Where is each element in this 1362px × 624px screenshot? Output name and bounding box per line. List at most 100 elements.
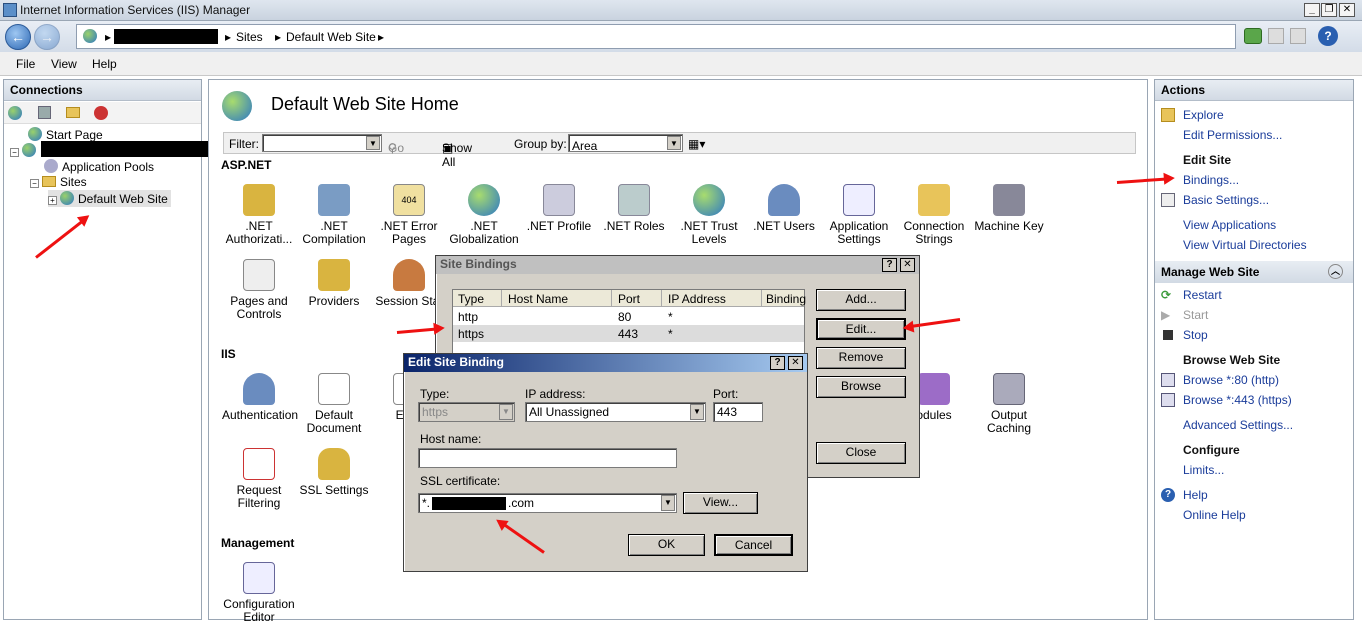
action-browse-http[interactable]: Browse *:80 (http) [1183,373,1279,387]
feature-label: Session Stat [375,294,443,308]
collapse-icon[interactable]: ︿ [1328,264,1343,279]
table-row-selected[interactable]: https 443 * [453,325,804,342]
feature-request-filtering[interactable]: Request Filtering [222,448,296,510]
chevron-down-icon[interactable]: ▼ [690,404,704,420]
menu-view[interactable]: View [51,57,77,71]
feature-net-compilation[interactable]: .NET Compilation [297,184,371,246]
action-explore[interactable]: Explore [1183,108,1224,122]
feature-net-trust-levels[interactable]: .NET Trust Levels [672,184,746,246]
config-editor-icon [243,562,275,594]
show-all-label: Show All [442,141,473,169]
column-host-name[interactable]: Host Name [508,292,568,306]
refresh-icon[interactable] [1244,28,1262,44]
browse-button[interactable]: Browse [816,376,906,398]
collapse-icon[interactable]: − [10,148,19,157]
feature-net-error-pages[interactable]: 404 .NET Error Pages [372,184,446,246]
feature-net-profile[interactable]: .NET Profile [522,184,596,233]
feature-output-caching[interactable]: Output Caching [972,373,1046,435]
column-ip-address[interactable]: IP Address [668,292,726,306]
action-browse-https[interactable]: Browse *:443 (https) [1183,393,1292,407]
help-icon[interactable]: ? [1318,26,1338,46]
close-button[interactable]: Close [816,442,906,464]
action-bindings[interactable]: Bindings... [1183,173,1239,187]
tree-application-pools[interactable]: Application Pools [44,159,154,174]
action-help[interactable]: Help [1183,488,1208,502]
feature-net-users[interactable]: .NET Users [747,184,821,233]
column-type[interactable]: Type [458,292,484,306]
feature-net-roles[interactable]: .NET Roles [597,184,671,233]
feature-net-globalization[interactable]: .NET Globalization [447,184,521,246]
action-view-applications[interactable]: View Applications [1183,218,1276,232]
action-stop[interactable]: Stop [1183,328,1208,342]
chevron-down-icon[interactable]: ▼ [667,136,681,150]
close-icon[interactable]: ✕ [900,258,915,272]
edit-button[interactable]: Edit... [816,318,906,340]
action-view-virtual-directories[interactable]: View Virtual Directories [1183,238,1307,252]
table-row[interactable]: http 80 * [453,308,804,325]
feature-machine-key[interactable]: Machine Key [972,184,1046,233]
action-start[interactable]: Start [1183,308,1208,322]
action-advanced-settings[interactable]: Advanced Settings... [1183,418,1293,432]
delete-connection-icon[interactable] [94,106,108,120]
action-restart[interactable]: Restart [1183,288,1222,302]
tree-start-page[interactable]: Start Page [28,127,103,142]
column-binding[interactable]: Binding [766,292,806,306]
forward-button[interactable]: → [34,24,60,50]
port-input[interactable]: 443 [713,402,763,422]
feature-providers[interactable]: Providers [297,259,371,308]
add-button[interactable]: Add... [816,289,906,311]
feature-default-document[interactable]: Default Document [297,373,371,435]
feature-ssl-settings[interactable]: SSL Settings [297,448,371,497]
save-icon[interactable] [38,106,51,119]
breadcrumb-default-web-site[interactable]: Default Web Site [286,30,376,44]
help-button[interactable]: ? [770,356,785,370]
feature-connection-strings[interactable]: Connection Strings [897,184,971,246]
expand-icon[interactable]: + [48,196,57,205]
host-name-label: Host name: [420,432,482,446]
action-edit-permissions[interactable]: Edit Permissions... [1183,128,1282,142]
minimize-button[interactable]: _ [1304,3,1320,17]
home-icon[interactable] [1290,28,1306,44]
feature-application-settings[interactable]: Application Settings [822,184,896,246]
tree-default-web-site[interactable]: + Default Web Site [48,190,171,207]
connect-icon[interactable] [8,106,22,120]
tree-sites[interactable]: − Sites [30,175,87,189]
chevron-down-icon[interactable]: ▼ [366,136,380,150]
stop-icon[interactable] [1268,28,1284,44]
view-certificate-button[interactable]: View... [683,492,758,514]
back-button[interactable]: ← [5,24,31,50]
up-folder-icon[interactable] [66,107,80,118]
chevron-down-icon[interactable]: ▼ [661,495,675,511]
cancel-button[interactable]: Cancel [714,534,793,556]
feature-pages-and-controls[interactable]: Pages and Controls [222,259,296,321]
host-name-input[interactable] [418,448,677,468]
help-button[interactable]: ? [882,258,897,272]
action-limits[interactable]: Limits... [1183,463,1224,477]
chevron-down-icon[interactable]: ▼ [499,404,513,420]
close-icon[interactable]: ✕ [788,356,803,370]
start-icon: ▶ [1161,308,1171,322]
filter-input[interactable]: ▼ [262,134,382,152]
ip-address-select[interactable]: All Unassigned ▼ [525,402,706,422]
ok-button[interactable]: OK [628,534,705,556]
action-online-help[interactable]: Online Help [1183,508,1246,522]
ssl-certificate-select[interactable]: *. .com ▼ [418,493,677,513]
view-mode-icon[interactable]: ▦▾ [688,137,705,151]
feature-configuration-editor[interactable]: Configuration Editor [222,562,296,624]
menu-help[interactable]: Help [92,57,117,71]
tree-server[interactable]: − [10,143,40,158]
collapse-icon[interactable]: − [30,179,39,188]
group-by-select[interactable]: Area ▼ [568,134,683,153]
column-port[interactable]: Port [618,292,640,306]
breadcrumb-sites[interactable]: Sites [236,30,263,44]
feature-net-authorization[interactable]: .NET Authorizati... [222,184,296,246]
restore-button[interactable]: ❐ [1321,3,1337,17]
breadcrumb[interactable]: ▸ ▸ Sites ▸ Default Web Site ▸ [76,24,1236,49]
remove-button[interactable]: Remove [816,347,906,369]
users-icon [768,184,800,216]
menu-file[interactable]: File [16,57,35,71]
type-select[interactable]: https ▼ [418,402,515,422]
action-basic-settings[interactable]: Basic Settings... [1183,193,1269,207]
feature-authentication[interactable]: Authentication [222,373,298,422]
close-button[interactable]: ✕ [1339,3,1355,17]
